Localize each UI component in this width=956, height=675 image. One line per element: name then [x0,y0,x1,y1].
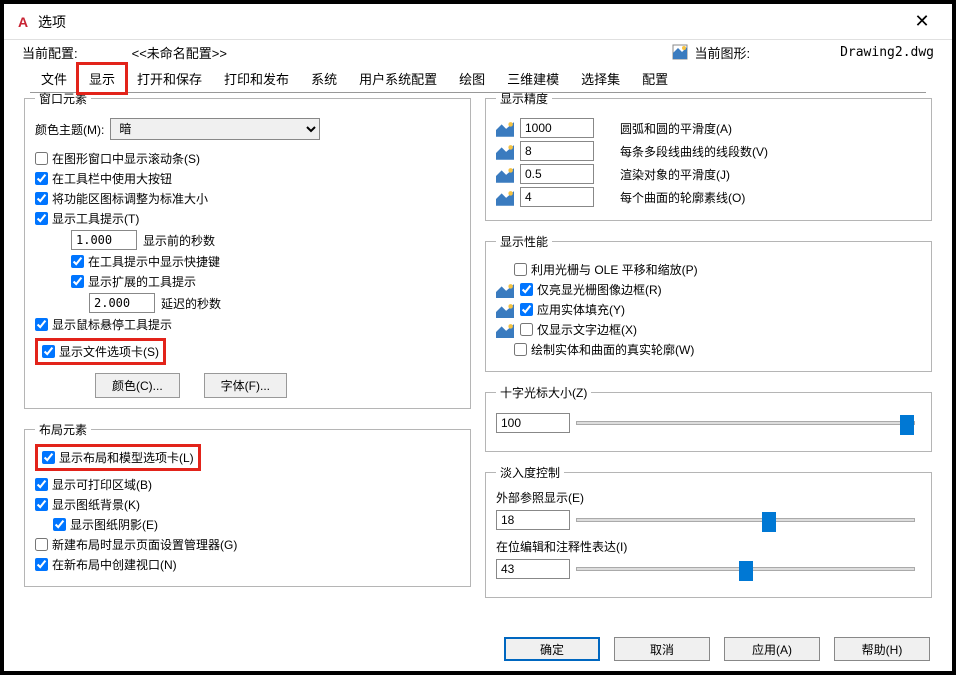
close-button[interactable]: ✕ [902,4,942,40]
file-tabs-highlight: 显示文件选项卡(S) [35,338,166,365]
help-button[interactable]: 帮助(H) [834,637,930,661]
raster-frame-check[interactable]: 仅亮显光栅图像边框(R) [520,281,662,298]
theme-label: 颜色主题(M): [35,121,104,138]
dwg-var-icon [496,283,514,297]
drawing-name: Drawing2.dwg [840,45,934,60]
colors-button[interactable]: 颜色(C)... [95,373,180,398]
show-tooltips-check[interactable]: 显示工具提示(T) [35,210,460,227]
extended-tip-check[interactable]: 显示扩展的工具提示 [35,273,460,290]
delay-seconds-label: 延迟的秒数 [161,295,221,312]
left-column: 窗口元素 颜色主题(M): 暗 在图形窗口中显示滚动条(S) 在工具栏中使用大按… [24,90,471,621]
tab-plot[interactable]: 打印和发布 [213,64,300,93]
layout-elements-group: 布局元素 显示布局和模型选项卡(L) 显示可打印区域(B) 显示图纸背景(K) … [24,421,471,587]
profile-label: 当前配置: [22,43,78,62]
tab-profiles[interactable]: 配置 [631,64,679,93]
right-column: 显示精度 圆弧和圆的平滑度(A) 每条多段线曲线的线段数(V) 渲染对象的平滑度… [485,90,932,621]
tab-open-save[interactable]: 打开和保存 [126,64,213,93]
window-title: 选项 [38,12,66,32]
inplace-fade-slider[interactable] [576,567,915,571]
inplace-fade-input[interactable] [496,559,570,579]
dwg-var-icon [496,323,514,337]
crosshair-slider[interactable] [576,421,915,425]
slider-thumb[interactable] [900,415,914,435]
tab-user-prefs[interactable]: 用户系统配置 [348,64,448,93]
text-frame-check[interactable]: 仅显示文字边框(X) [520,321,637,338]
layout-elements-legend: 布局元素 [35,421,91,438]
display-perf-legend: 显示性能 [496,233,552,250]
window-elements-group: 窗口元素 颜色主题(M): 暗 在图形窗口中显示滚动条(S) 在工具栏中使用大按… [24,90,471,409]
crosshair-input[interactable] [496,413,570,433]
paper-bg-check[interactable]: 显示图纸背景(K) [35,496,460,513]
content-area: 窗口元素 颜色主题(M): 暗 在图形窗口中显示滚动条(S) 在工具栏中使用大按… [24,90,932,621]
xref-label: 外部参照显示(E) [496,489,921,506]
seconds-before-label: 显示前的秒数 [143,232,215,249]
footer-buttons: 确定 取消 应用(A) 帮助(H) [504,637,930,661]
tab-drafting[interactable]: 绘图 [448,64,496,93]
tab-bar: 文件 显示 打开和保存 打印和发布 系统 用户系统配置 绘图 三维建模 选择集 … [4,64,952,93]
xref-fade-slider[interactable] [576,518,915,522]
fonts-button[interactable]: 字体(F)... [204,373,287,398]
tab-3d[interactable]: 三维建模 [496,64,570,93]
seconds-before-input[interactable] [71,230,137,250]
new-layout-setup-check[interactable]: 新建布局时显示页面设置管理器(G) [35,536,460,553]
apply-button[interactable]: 应用(A) [724,637,820,661]
crosshair-group: 十字光标大小(Z) [485,384,932,452]
profile-value: <<未命名配置>> [132,43,227,62]
create-viewport-check[interactable]: 在新布局中创建视口(N) [35,556,460,573]
tab-selection[interactable]: 选择集 [570,64,631,93]
arc-smooth-input[interactable] [520,118,594,138]
delay-seconds-input[interactable] [89,293,155,313]
dwg-var-icon [496,167,514,181]
fade-group: 淡入度控制 外部参照显示(E) 在位编辑和注释性表达(I) [485,464,932,598]
polyline-segs-input[interactable] [520,141,594,161]
fade-legend: 淡入度控制 [496,464,564,481]
dwg-var-icon [496,144,514,158]
ok-button[interactable]: 确定 [504,637,600,661]
hover-tip-check[interactable]: 显示鼠标悬停工具提示 [35,316,460,333]
shortcut-in-tip-check[interactable]: 在工具提示中显示快捷键 [35,253,460,270]
options-dialog: A 选项 ✕ 当前配置: <<未命名配置>> 当前图形: Drawing2.dw… [3,3,953,672]
tab-display[interactable]: 显示 [78,64,126,93]
drawing-label: 当前图形: [694,43,750,62]
dwg-icon [672,44,688,60]
tab-files[interactable]: 文件 [30,64,78,93]
theme-select[interactable]: 暗 [110,118,320,140]
big-buttons-check[interactable]: 在工具栏中使用大按钮 [35,170,460,187]
dwg-var-icon [496,190,514,204]
render-smooth-label: 渲染对象的平滑度(J) [620,166,730,183]
solid-fill-check[interactable]: 应用实体填充(Y) [520,301,625,318]
slider-thumb[interactable] [739,561,753,581]
surf-isolines-input[interactable] [520,187,594,207]
paper-shadow-check[interactable]: 显示图纸阴影(E) [35,516,460,533]
titlebar: A 选项 ✕ [4,4,952,40]
printable-area-check[interactable]: 显示可打印区域(B) [35,476,460,493]
arc-smooth-label: 圆弧和圆的平滑度(A) [620,120,732,137]
raster-ole-check[interactable]: 利用光栅与 OLE 平移和缩放(P) [496,261,921,278]
file-tabs-check[interactable]: 显示文件选项卡(S) [42,343,159,360]
resize-ribbon-check[interactable]: 将功能区图标调整为标准大小 [35,190,460,207]
surf-isolines-label: 每个曲面的轮廓素线(O) [620,189,745,206]
slider-thumb[interactable] [762,512,776,532]
header-info: 当前配置: <<未命名配置>> 当前图形: Drawing2.dwg [4,40,952,64]
true-silhouette-check[interactable]: 绘制实体和曲面的真实轮廓(W) [496,341,921,358]
tab-system[interactable]: 系统 [300,64,348,93]
inplace-label: 在位编辑和注释性表达(I) [496,538,921,555]
layout-tabs-highlight: 显示布局和模型选项卡(L) [35,444,201,471]
display-precision-group: 显示精度 圆弧和圆的平滑度(A) 每条多段线曲线的线段数(V) 渲染对象的平滑度… [485,90,932,221]
scrollbars-check[interactable]: 在图形窗口中显示滚动条(S) [35,150,460,167]
polyline-segs-label: 每条多段线曲线的线段数(V) [620,143,768,160]
render-smooth-input[interactable] [520,164,594,184]
xref-fade-input[interactable] [496,510,570,530]
display-perf-group: 显示性能 利用光栅与 OLE 平移和缩放(P) 仅亮显光栅图像边框(R) 应用实… [485,233,932,372]
dwg-var-icon [496,121,514,135]
dwg-var-icon [496,303,514,317]
crosshair-legend: 十字光标大小(Z) [496,384,591,401]
cancel-button[interactable]: 取消 [614,637,710,661]
show-layout-model-check[interactable]: 显示布局和模型选项卡(L) [42,449,194,466]
app-icon: A [14,13,32,31]
